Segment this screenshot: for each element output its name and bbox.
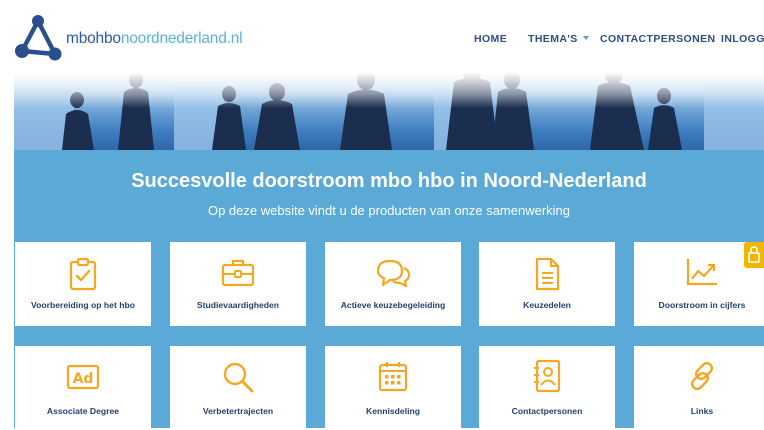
side-tab-button[interactable] xyxy=(744,242,764,268)
nav-themas-label: THEMA'S xyxy=(528,33,578,45)
trend-chart-icon xyxy=(686,259,717,286)
tile-keuzedelen[interactable]: Keuzedelen xyxy=(479,242,615,326)
tile-label: Kennisdeling xyxy=(366,406,420,416)
site-logo-text[interactable]: mbohbonoordnederland.nl xyxy=(66,30,243,48)
link-icon xyxy=(690,361,714,391)
tile-contactpersonen[interactable]: Contactpersonen xyxy=(479,346,615,430)
chevron-down-icon xyxy=(582,36,589,40)
nav-home[interactable]: HOME xyxy=(474,33,507,45)
banner-fade-overlay xyxy=(14,72,764,108)
tile-label: Studievaardigheden xyxy=(196,300,280,310)
nav-contactpersonen[interactable]: CONTACTPERSONEN xyxy=(600,33,715,45)
nav-themas[interactable]: THEMA'S xyxy=(528,33,589,45)
contact-book-icon xyxy=(534,359,561,393)
search-icon xyxy=(223,362,254,393)
tile-label: Keuzedelen xyxy=(523,300,571,310)
tile-links[interactable]: Links xyxy=(634,346,764,430)
tile-actieve-keuzebegeleiding[interactable]: Actieve keuzebegeleiding xyxy=(325,242,461,326)
tile-label: Doorstroom in cijfers xyxy=(658,300,746,310)
tile-label: Verbetertrajecten xyxy=(202,406,274,416)
tile-label: Links xyxy=(690,406,714,416)
hero-subtitle: Op deze website vindt u de producten van… xyxy=(207,203,571,218)
logo-icon[interactable] xyxy=(14,14,62,62)
tile-label: Actieve keuzebegeleiding xyxy=(340,300,446,310)
tile-verbetertrajecten[interactable]: Verbetertrajecten xyxy=(170,346,306,430)
tile-studievaardigheden[interactable]: Studievaardigheden xyxy=(170,242,306,326)
svg-text:Ad: Ad xyxy=(73,371,94,387)
hero-title: Succesvolle doorstroom mbo hbo in Noord-… xyxy=(131,170,647,192)
lock-icon xyxy=(748,246,760,263)
site-header: mbohbonoordnederland.nl HOME THEMA'S CON… xyxy=(0,0,764,78)
tile-label: Associate Degree xyxy=(46,406,120,416)
tile-associate-degree[interactable]: Ad Associate Degree xyxy=(15,346,151,430)
ad-icon: Ad xyxy=(66,364,100,390)
logo-text-part1: mbohbo xyxy=(66,30,121,47)
tile-label: Contactpersonen xyxy=(511,406,583,416)
nav-inloggen[interactable]: INLOGGEN xyxy=(721,33,764,45)
chat-bubbles-icon xyxy=(376,259,411,288)
hero-banner-image xyxy=(14,72,764,150)
logo-text-part2: noordnederland.nl xyxy=(120,30,243,47)
tile-voorbereiding-op-het-hbo[interactable]: Voorbereiding op het hbo xyxy=(15,242,151,326)
briefcase-icon xyxy=(221,259,255,287)
tile-label: Voorbereiding op het hbo xyxy=(31,300,135,310)
tile-kennisdeling[interactable]: Kennisdeling xyxy=(325,346,461,430)
document-icon xyxy=(535,257,560,291)
clipboard-check-icon xyxy=(69,257,97,291)
calendar-icon xyxy=(378,362,408,392)
